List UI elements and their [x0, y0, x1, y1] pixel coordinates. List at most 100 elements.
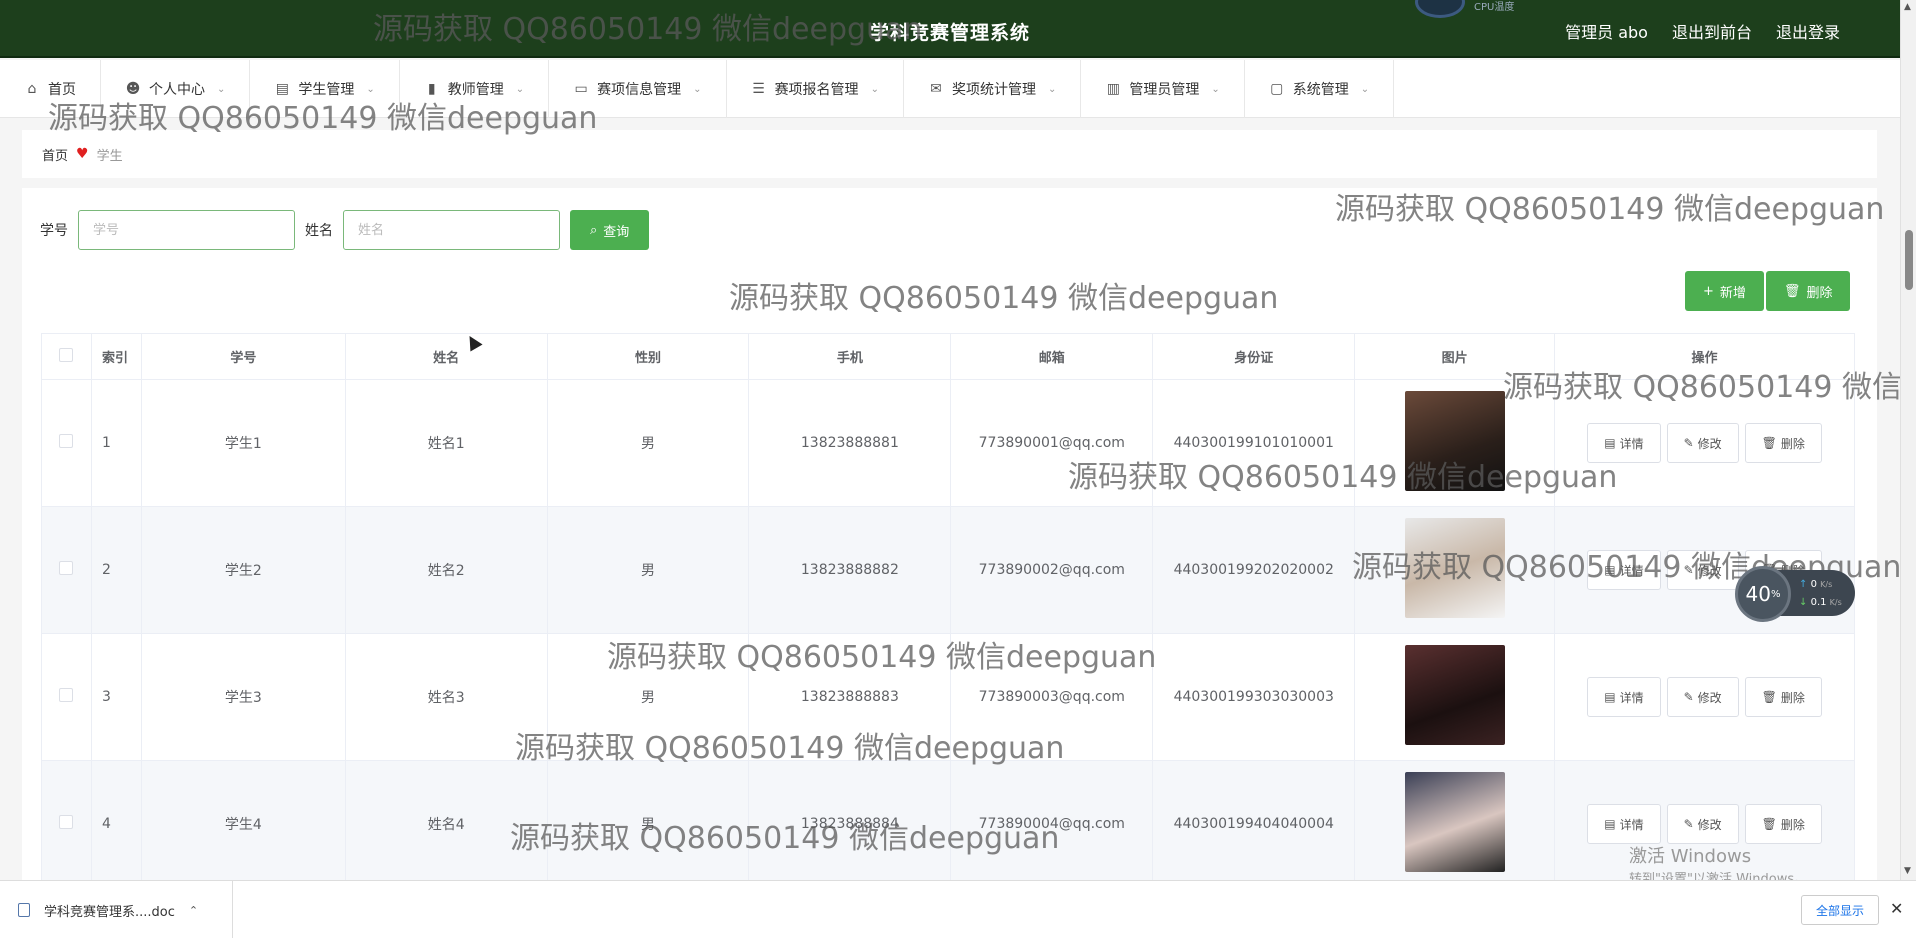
column-header: 邮箱 — [950, 333, 1154, 380]
nav-item-label: 管理员管理 — [1129, 82, 1200, 98]
cell-photo — [1354, 633, 1556, 761]
stats-icon: ▥ — [1106, 81, 1120, 97]
breadcrumb-current: 学生 — [96, 148, 123, 164]
document-icon: ▤ — [1604, 563, 1616, 577]
column-header: 图片 — [1354, 333, 1556, 380]
cell-photo — [1354, 760, 1556, 888]
student-photo[interactable] — [1404, 518, 1505, 618]
close-icon[interactable]: ✕ — [1890, 899, 1903, 918]
nav-item-label: 个人中心 — [149, 82, 205, 98]
cell-index: 3 — [90, 633, 142, 761]
heart-icon: ♥ — [76, 146, 89, 162]
select-all-checkbox[interactable] — [59, 347, 74, 362]
edit-button[interactable]: ✎ 修改 — [1666, 550, 1739, 590]
cell-photo — [1354, 379, 1556, 507]
table-header-row: 索引 学号 姓名 性别 手机 邮箱 身份证 图片 操作 — [41, 333, 1855, 380]
upload-arrow-icon: ↑ — [1799, 579, 1808, 590]
edit-button[interactable]: ✎ 修改 — [1666, 423, 1739, 463]
column-header: 操作 — [1554, 333, 1855, 380]
batch-delete-label: 删除 — [1806, 285, 1833, 301]
nav-item[interactable]: ☻ 个人中心 ⌄ — [101, 60, 251, 118]
page-scrollbar[interactable]: ▲ ▼ — [1900, 0, 1916, 880]
delete-button[interactable]: 🗑删除 — [1744, 804, 1822, 844]
delete-button-label: 删除 — [1780, 690, 1805, 705]
back-to-front-link[interactable]: 退出到前台 — [1672, 19, 1752, 43]
nav-item-label: 学生管理 — [298, 82, 355, 98]
student-table: 索引 学号 姓名 性别 手机 邮箱 身份证 图片 操作 1 学生1 姓名1 男 1382… — [41, 333, 1855, 888]
nav-item-label: 系统管理 — [1292, 82, 1349, 98]
batch-delete-button[interactable]: 🗑 删除 — [1765, 271, 1851, 311]
row-checkbox[interactable] — [59, 688, 74, 702]
admin-user-link[interactable]: 管理员 abo — [1565, 19, 1648, 43]
cell-gender: 男 — [546, 633, 750, 761]
nav-item-label: 首页 — [48, 82, 76, 98]
cell-id-card: 440300199202020002 — [1152, 506, 1356, 634]
row-checkbox[interactable] — [59, 561, 74, 575]
cell-id-card: 440300199101010001 — [1152, 379, 1356, 507]
table-row: 2 学生2 姓名2 男 13823888882 773890002@qq.com 44030… — [41, 506, 1855, 634]
network-speed-widget[interactable]: 40% ↑ 0 K/s ↓ 0.1 K/s — [1735, 566, 1855, 622]
table-row: 1 学生1 姓名1 男 13823888881 773890001@qq.com 44030… — [41, 379, 1855, 507]
nav-item[interactable]: ▮ 教师管理 ⌄ — [400, 60, 550, 118]
search-form: 学号 姓名 ⌕ 查询 — [40, 210, 650, 250]
student-photo[interactable] — [1404, 645, 1505, 745]
nav-item[interactable]: ▢ 系统管理 ⌄ — [1245, 60, 1395, 118]
delete-button[interactable]: 🗑删除 — [1744, 677, 1822, 717]
nav-item[interactable]: ⌂ 首页 — [0, 60, 101, 118]
bar-chart-icon: ▮ — [427, 81, 436, 97]
breadcrumb-home[interactable]: 首页 — [42, 145, 68, 164]
detail-button-label: 详情 — [1619, 436, 1644, 451]
user-icon: ☻ — [125, 81, 141, 97]
scroll-down-icon[interactable]: ▼ — [1904, 866, 1911, 876]
trash-icon: 🗑 — [1761, 436, 1777, 450]
edit-button[interactable]: ✎ 修改 — [1666, 804, 1739, 844]
row-select-cell — [41, 633, 92, 761]
download-rate: 0.1 — [1810, 597, 1827, 608]
row-select-cell — [41, 506, 92, 634]
student-photo[interactable] — [1404, 772, 1505, 872]
detail-button[interactable]: ▤ 详情 — [1587, 677, 1661, 717]
nav-item[interactable]: ▭ 赛项信息管理 ⌄ — [549, 60, 727, 118]
chevron-down-icon: ⌄ — [870, 83, 879, 95]
detail-button[interactable]: ▤ 详情 — [1587, 550, 1661, 590]
column-header: 身份证 — [1152, 333, 1356, 380]
nav-item[interactable]: ▤ 学生管理 ⌄ — [250, 60, 400, 118]
row-checkbox[interactable] — [59, 434, 74, 448]
detail-button[interactable]: ▤ 详情 — [1587, 423, 1661, 463]
cell-email: 773890004@qq.com — [950, 760, 1154, 888]
document-icon: ▤ — [1604, 436, 1616, 450]
edit-button-label: 修改 — [1697, 436, 1722, 451]
student-photo[interactable] — [1404, 391, 1505, 491]
add-button[interactable]: + 新增 — [1685, 271, 1764, 311]
download-item[interactable]: 学科竞赛管理系....doc ⌃ — [18, 881, 233, 938]
document-icon: ▤ — [1604, 690, 1616, 704]
logout-link[interactable]: 退出登录 — [1776, 19, 1840, 43]
nav-item[interactable]: ☰ 赛项报名管理 ⌄ — [727, 60, 904, 118]
row-checkbox[interactable] — [59, 815, 74, 829]
column-header: 性别 — [546, 333, 750, 380]
chevron-down-icon: ⌄ — [515, 83, 525, 95]
scrollbar-thumb[interactable] — [1905, 230, 1913, 290]
cell-gender: 男 — [546, 760, 750, 888]
show-all-button[interactable]: 全部显示 — [1801, 895, 1880, 925]
name-input[interactable] — [343, 210, 560, 250]
chat-icon: ▢ — [1270, 81, 1284, 97]
edit-button[interactable]: ✎ 修改 — [1666, 677, 1739, 717]
nav-item[interactable]: ✉ 奖项统计管理 ⌄ — [904, 60, 1082, 118]
cell-student-no: 学生4 — [140, 760, 346, 888]
detail-button[interactable]: ▤ 详情 — [1587, 804, 1661, 844]
trash-icon: 🗑 — [1761, 690, 1777, 704]
nav-item-label: 教师管理 — [447, 82, 504, 98]
delete-button[interactable]: 🗑删除 — [1744, 423, 1822, 463]
student-no-input[interactable] — [78, 210, 295, 250]
column-header: 手机 — [748, 333, 952, 380]
add-button-label: 新增 — [1719, 285, 1746, 301]
chevron-up-icon[interactable]: ⌃ — [189, 904, 198, 917]
pencil-icon: ✎ — [1683, 436, 1694, 450]
nav-item[interactable]: ▥ 管理员管理 ⌄ — [1081, 60, 1245, 118]
column-header: 姓名 — [344, 333, 548, 380]
query-button[interactable]: ⌕ 查询 — [570, 210, 650, 250]
detail-button-label: 详情 — [1619, 817, 1644, 832]
scroll-up-icon[interactable]: ▲ — [1904, 2, 1911, 12]
edit-button-label: 修改 — [1697, 563, 1722, 578]
